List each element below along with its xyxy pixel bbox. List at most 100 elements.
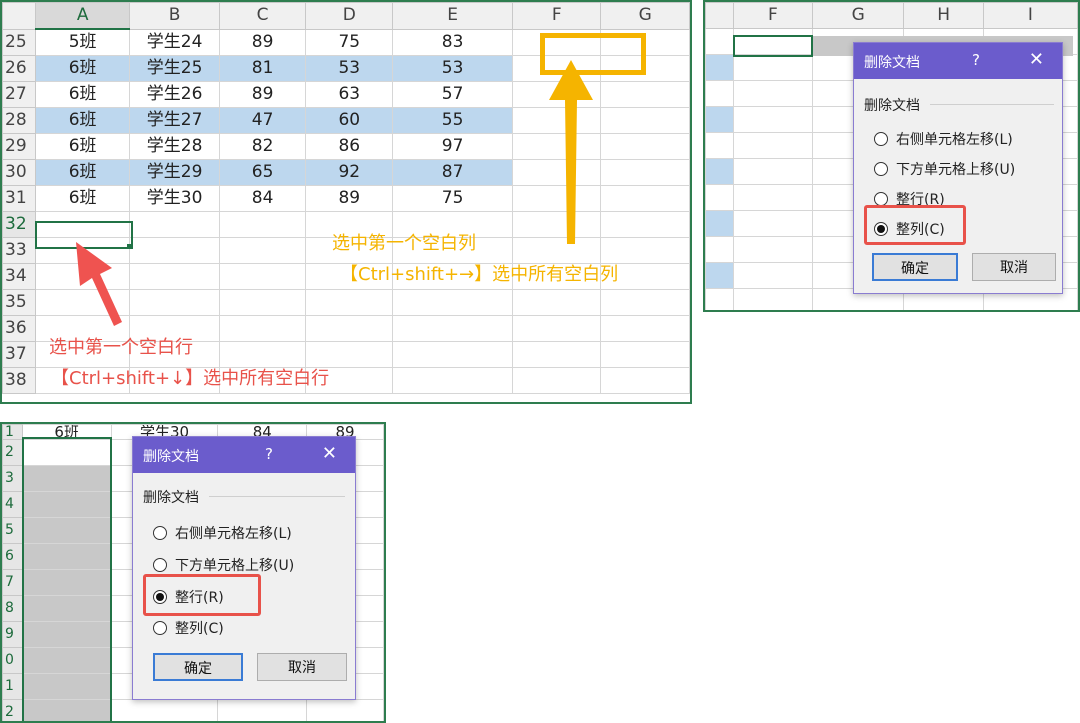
option-entire-column[interactable]: 整列(C) (153, 618, 224, 638)
cell-d[interactable]: 75 (305, 28, 394, 56)
cell-e[interactable]: 55 (392, 107, 514, 134)
cell[interactable] (732, 54, 814, 81)
radio-icon[interactable] (153, 621, 167, 635)
cell-d[interactable]: 89 (305, 185, 394, 212)
close-icon[interactable]: ✕ (322, 443, 337, 464)
cell-c[interactable]: 89 (218, 28, 307, 56)
row-header[interactable]: 2 (2, 439, 23, 466)
cell-d[interactable]: 92 (305, 159, 394, 186)
option-shift-left[interactable]: 右侧单元格左移(L) (874, 129, 1013, 149)
row-cell-edge[interactable] (705, 288, 734, 310)
cell-c[interactable]: 47 (218, 107, 307, 134)
row-header[interactable]: 36 (2, 315, 36, 342)
cell[interactable] (732, 210, 814, 237)
cell-d[interactable]: 63 (305, 81, 394, 108)
cell[interactable] (732, 262, 814, 289)
row-header[interactable]: 28 (2, 107, 36, 134)
cell-c[interactable] (218, 237, 307, 264)
cell-b[interactable]: 学生28 (129, 133, 220, 160)
cell[interactable] (217, 699, 308, 721)
cell-a[interactable]: 6班 (34, 81, 131, 108)
cell[interactable] (732, 158, 814, 185)
row-header[interactable]: 26 (2, 55, 36, 82)
close-icon[interactable]: ✕ (1029, 49, 1044, 70)
column-header-g[interactable]: G (600, 2, 690, 30)
cell-e[interactable] (392, 341, 514, 368)
cell-f[interactable] (512, 341, 602, 368)
row-cell-edge[interactable] (705, 54, 734, 81)
column-header-e[interactable]: E (392, 2, 514, 30)
cell-e[interactable] (392, 289, 514, 316)
cell[interactable] (732, 288, 814, 310)
radio-icon[interactable] (153, 558, 167, 572)
select-all-corner[interactable] (2, 2, 36, 30)
cell-b[interactable] (129, 211, 220, 238)
select-all-corner[interactable] (705, 2, 734, 29)
row-header[interactable]: 31 (2, 185, 36, 212)
row-header[interactable]: 1 (2, 424, 23, 440)
row-cell-edge[interactable] (705, 210, 734, 237)
cell-a[interactable]: 6班 (34, 107, 131, 134)
cell-c[interactable] (218, 289, 307, 316)
cell-g[interactable] (600, 289, 690, 316)
column-header-h[interactable]: H (903, 2, 984, 29)
row-cell-edge[interactable] (705, 106, 734, 133)
cell-a[interactable]: 6班 (34, 159, 131, 186)
cell-a[interactable]: 6班 (34, 55, 131, 82)
cell-e[interactable] (392, 315, 514, 342)
cell-b[interactable]: 学生27 (129, 107, 220, 134)
row-cell-edge[interactable] (705, 262, 734, 289)
cell-g[interactable] (600, 341, 690, 368)
cell-e[interactable]: 75 (392, 185, 514, 212)
column-header-f[interactable]: F (732, 2, 814, 29)
cell[interactable] (732, 132, 814, 159)
cell[interactable] (732, 106, 814, 133)
cell-g[interactable] (600, 81, 690, 108)
cell-c[interactable] (218, 315, 307, 342)
row-header[interactable]: 8 (2, 595, 23, 622)
selected-row-range[interactable] (22, 437, 112, 721)
cancel-button[interactable]: 取消 (257, 653, 347, 681)
help-icon[interactable]: ? (972, 51, 980, 69)
cell-d[interactable] (305, 315, 394, 342)
cancel-button[interactable]: 取消 (972, 253, 1056, 281)
cell-b[interactable]: 学生30 (129, 185, 220, 212)
cell-a[interactable]: 5班 (34, 28, 131, 56)
help-icon[interactable]: ? (265, 445, 273, 463)
row-header[interactable]: 35 (2, 289, 36, 316)
cell-f[interactable] (512, 367, 602, 394)
cell-b[interactable] (129, 263, 220, 290)
radio-icon[interactable] (874, 192, 888, 206)
row-header[interactable]: 0 (2, 647, 23, 674)
row-cell-edge[interactable] (705, 28, 734, 55)
cell-c[interactable] (218, 263, 307, 290)
row-header[interactable]: 30 (2, 159, 36, 186)
cell-d[interactable]: 53 (305, 55, 394, 82)
cell-e[interactable]: 87 (392, 159, 514, 186)
selected-column-range[interactable] (733, 35, 813, 57)
cell-d[interactable]: 86 (305, 133, 394, 160)
cell-g[interactable] (600, 159, 690, 186)
row-header[interactable]: 3 (2, 465, 23, 492)
cell-e[interactable]: 57 (392, 81, 514, 108)
row-header[interactable]: 37 (2, 341, 36, 368)
cell[interactable] (306, 699, 384, 721)
cell-g[interactable] (600, 133, 690, 160)
cell-b[interactable]: 学生24 (129, 28, 220, 56)
option-shift-up[interactable]: 下方单元格上移(U) (874, 159, 1015, 179)
cell-b[interactable]: 学生25 (129, 55, 220, 82)
column-header-a[interactable]: A (34, 2, 131, 30)
cell-a[interactable]: 6班 (34, 133, 131, 160)
column-header-b[interactable]: B (129, 2, 220, 30)
row-header[interactable]: 2 (2, 699, 23, 721)
row-header[interactable]: 27 (2, 81, 36, 108)
row-header[interactable]: 38 (2, 367, 36, 394)
cell-c[interactable]: 89 (218, 81, 307, 108)
cell-c[interactable] (218, 211, 307, 238)
row-header[interactable]: 4 (2, 491, 23, 518)
cell-g[interactable] (600, 315, 690, 342)
cell-f[interactable] (512, 289, 602, 316)
row-cell-edge[interactable] (705, 158, 734, 185)
cell[interactable] (110, 699, 219, 721)
cell-c[interactable]: 81 (218, 55, 307, 82)
